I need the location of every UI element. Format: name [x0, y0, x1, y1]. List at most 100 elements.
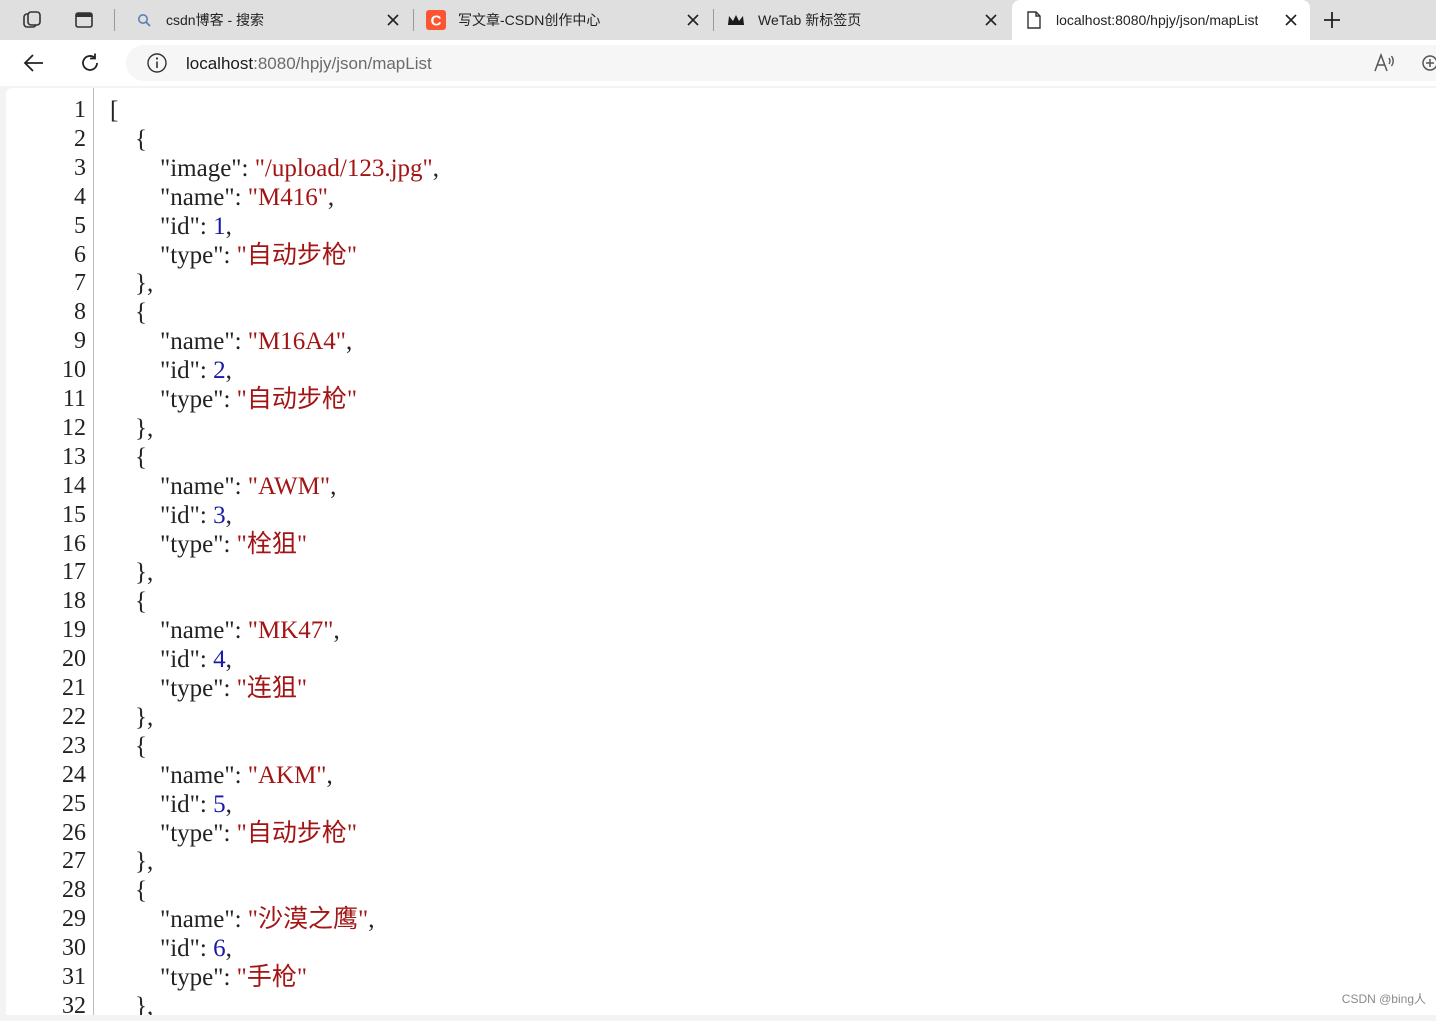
json-key: "name" — [110, 183, 235, 211]
json-number: 6 — [213, 935, 226, 963]
line-text: }, — [110, 992, 153, 1015]
refresh-button[interactable] — [74, 47, 106, 79]
line-text: "type": "手枪" — [110, 963, 307, 992]
code-line: 2 { — [6, 125, 1436, 154]
close-icon[interactable] — [684, 11, 702, 29]
line-text: }, — [110, 703, 153, 732]
tab-csdn-search[interactable]: csdn博客 - 搜索 — [124, 0, 412, 40]
workspaces-icon[interactable] — [16, 4, 48, 36]
json-punctuation: : — [199, 501, 214, 529]
close-icon[interactable] — [384, 11, 402, 29]
code-line: 22 }, — [6, 703, 1436, 732]
code-line: 21 "type": "连狙" — [6, 674, 1436, 703]
line-number: 32 — [62, 992, 86, 1015]
code-line: 12 }, — [6, 414, 1436, 443]
json-number: 1 — [213, 212, 226, 240]
json-number: 3 — [213, 501, 226, 529]
line-text: "id": 5, — [110, 790, 232, 819]
code-line: 4 "name": "M416", — [6, 183, 1436, 212]
address-bar[interactable]: localhost:8080/hpjy/json/mapList — [126, 45, 1436, 81]
line-text: { — [110, 443, 147, 472]
line-number: 2 — [74, 125, 86, 152]
json-key: "type" — [110, 819, 224, 847]
line-number: 6 — [74, 241, 86, 268]
back-button[interactable] — [18, 47, 50, 79]
json-punctuation: : — [223, 819, 237, 847]
json-number: 4 — [213, 646, 226, 674]
line-number: 4 — [74, 183, 86, 210]
watermark: CSDN @bing人 — [1341, 992, 1426, 1006]
json-key: "name" — [110, 761, 235, 789]
line-number: 15 — [62, 501, 86, 528]
line-number: 22 — [62, 703, 86, 730]
json-punctuation: { — [110, 877, 147, 905]
code-line: 7 }, — [6, 269, 1436, 298]
code-line: 6 "type": "自动步枪" — [6, 241, 1436, 270]
close-icon[interactable] — [982, 11, 1000, 29]
line-number: 17 — [62, 559, 86, 586]
line-text: "name": "M416", — [110, 183, 334, 212]
json-key: "type" — [110, 675, 224, 702]
json-string: "自动步枪" — [236, 819, 358, 847]
address-toolbar: localhost:8080/hpjy/json/mapList — [0, 40, 1436, 86]
json-number: 2 — [213, 357, 226, 385]
json-punctuation: : — [234, 906, 248, 934]
line-number: 5 — [74, 212, 86, 239]
line-text: { — [110, 587, 147, 616]
code-line: 5 "id": 1, — [6, 212, 1436, 241]
json-punctuation: , — [330, 472, 337, 500]
json-punctuation: : — [199, 935, 214, 963]
line-number: 12 — [62, 414, 86, 441]
tab-title: WeTab 新标签页 — [758, 12, 862, 28]
json-key: "id" — [110, 790, 200, 818]
json-punctuation: , — [432, 154, 439, 182]
info-icon[interactable] — [146, 52, 168, 74]
line-text: [ — [110, 96, 118, 125]
line-text: { — [110, 732, 147, 761]
code-line: 31 "type": "手枪" — [6, 963, 1436, 992]
tab-title: csdn博客 - 搜索 — [166, 12, 265, 28]
read-aloud-icon[interactable] — [1372, 51, 1396, 75]
code-line: 23 { — [6, 732, 1436, 761]
tab-title: 写文章-CSDN创作中心 — [458, 12, 601, 28]
tab-wetab[interactable]: WeTab 新标签页 — [714, 0, 1010, 40]
line-number: 28 — [62, 877, 86, 904]
json-punctuation: , — [368, 906, 375, 934]
tab-separator — [114, 9, 115, 31]
new-tab-button[interactable] — [1316, 4, 1348, 36]
line-text: "name": "MK47", — [110, 616, 340, 645]
line-text: { — [110, 876, 147, 905]
json-key: "name" — [110, 906, 235, 934]
line-text: "type": "栓狙" — [110, 530, 307, 559]
url-host: localhost — [186, 54, 254, 73]
json-string: "自动步枪" — [236, 241, 358, 269]
json-string: "栓狙" — [236, 530, 308, 558]
json-string: "AKM" — [247, 761, 327, 789]
tab-strip: csdn博客 - 搜索 C 写文章-CSDN创作中心 WeTab 新标签页 lo… — [0, 0, 1436, 40]
line-number: 24 — [62, 761, 86, 788]
close-icon[interactable] — [1282, 11, 1300, 29]
json-punctuation: }, — [110, 559, 154, 587]
line-text: "name": "沙漠之鹰", — [110, 905, 374, 934]
line-number: 27 — [62, 848, 86, 875]
tab-maplist[interactable]: localhost:8080/hpjy/json/mapList — [1012, 0, 1310, 40]
url-text[interactable]: localhost:8080/hpjy/json/mapList — [186, 54, 432, 74]
code-line: 19 "name": "MK47", — [6, 616, 1436, 645]
code-line: 16 "type": "栓狙" — [6, 530, 1436, 559]
code-line: 32 }, — [6, 992, 1436, 1015]
json-key: "id" — [110, 935, 200, 963]
json-punctuation: : — [234, 617, 248, 645]
line-number: 13 — [62, 443, 86, 470]
add-favorite-icon[interactable] — [1418, 51, 1436, 75]
json-key: "type" — [110, 386, 224, 413]
json-punctuation: : — [234, 761, 248, 789]
code-line: 14 "name": "AWM", — [6, 472, 1436, 501]
json-punctuation: : — [223, 964, 237, 991]
line-number: 18 — [62, 588, 86, 615]
tab-actions-icon[interactable] — [68, 4, 100, 36]
code-line: 15 "id": 3, — [6, 501, 1436, 530]
tab-csdn-write[interactable]: C 写文章-CSDN创作中心 — [414, 0, 712, 40]
json-punctuation: , — [225, 646, 232, 674]
json-key: "id" — [110, 357, 200, 385]
json-punctuation: , — [326, 761, 333, 789]
